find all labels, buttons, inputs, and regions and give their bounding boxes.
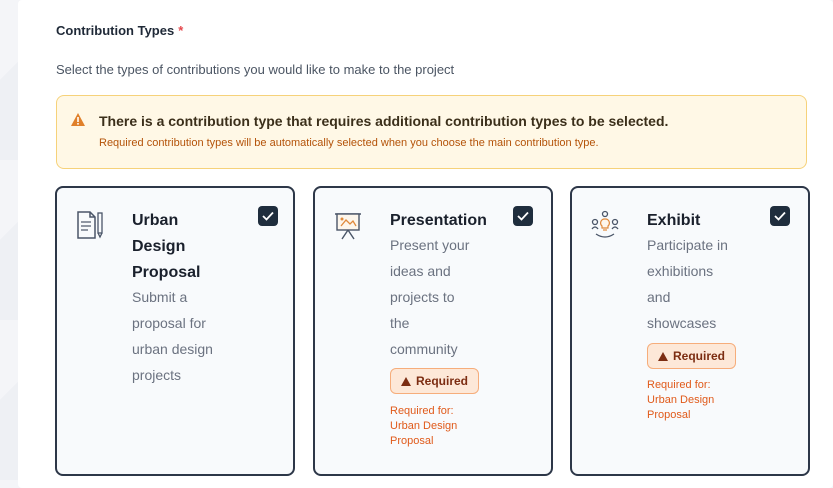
required-for-line: Urban Design — [390, 420, 458, 432]
card-desc-line: Submit a — [132, 289, 188, 305]
check-icon — [774, 211, 786, 221]
card-presentation[interactable]: Presentation Present your ideas and proj… — [313, 186, 553, 476]
alert-text: Required contribution types will be auto… — [99, 137, 599, 149]
card-title: Presentation — [390, 208, 487, 234]
card-title: Urban Design Proposal — [132, 208, 200, 286]
warning-icon — [401, 376, 411, 386]
required-for-line: Urban Design — [647, 394, 715, 406]
card-title: Exhibit — [647, 208, 700, 234]
card-desc-line: Participate in — [647, 237, 728, 253]
card-title-line: Presentation — [390, 212, 487, 229]
card-desc-line: and — [647, 289, 671, 305]
people-lightbulb-icon — [591, 210, 619, 238]
card-exhibit[interactable]: Exhibit Participate in exhibitions and s… — [570, 186, 810, 476]
warning-icon — [658, 351, 668, 361]
card-desc-line: community — [390, 341, 458, 357]
card-title-line: Design — [132, 238, 186, 255]
card-description: Participate in exhibitions and showcases — [647, 232, 728, 336]
card-desc-line: projects — [132, 367, 182, 383]
card-title-line: Proposal — [132, 264, 201, 281]
required-for-line: Proposal — [390, 435, 434, 447]
card-title-line: Exhibit — [647, 212, 701, 229]
card-urban-design-proposal[interactable]: Urban Design Proposal Submit a proposal … — [55, 186, 295, 476]
card-desc-line: proposal for — [132, 315, 206, 331]
required-for-note: Required for: Urban Design Proposal — [647, 378, 714, 423]
required-for-line: Required for: — [390, 405, 454, 417]
card-checkbox[interactable] — [770, 206, 790, 226]
card-desc-line: projects to — [390, 289, 455, 305]
section-title-text: Contribution Types — [56, 23, 175, 38]
card-desc-line: the — [390, 315, 410, 331]
required-for-line: Required for: — [647, 379, 711, 391]
card-description: Present your ideas and projects to the c… — [390, 232, 469, 362]
form-panel: Contribution Types * Select the types of … — [18, 0, 833, 488]
card-description: Submit a proposal for urban design proje… — [132, 284, 213, 388]
document-pen-icon — [77, 211, 103, 239]
required-for-line: Proposal — [647, 409, 691, 421]
required-for-note: Required for: Urban Design Proposal — [390, 404, 457, 449]
card-checkbox[interactable] — [258, 206, 278, 226]
required-badge-label: Required — [673, 349, 726, 363]
card-desc-line: ideas and — [390, 263, 451, 279]
check-icon — [517, 211, 529, 221]
card-checkbox[interactable] — [513, 206, 533, 226]
required-badge-label: Required — [416, 374, 469, 388]
section-title: Contribution Types * — [56, 23, 183, 38]
required-badge: Required — [390, 368, 480, 394]
warning-alert: There is a contribution type that requir… — [56, 95, 807, 169]
alert-title: There is a contribution type that requir… — [99, 113, 669, 129]
card-desc-line: urban design — [132, 341, 213, 357]
card-desc-line: showcases — [647, 315, 717, 331]
warning-icon — [71, 113, 85, 126]
presentation-board-icon — [335, 213, 361, 240]
required-asterisk: * — [178, 23, 184, 38]
card-desc-line: exhibitions — [647, 263, 714, 279]
section-description: Select the types of contributions you wo… — [56, 62, 455, 77]
check-icon — [262, 211, 274, 221]
card-title-line: Urban — [132, 212, 179, 229]
card-desc-line: Present your — [390, 237, 470, 253]
required-badge: Required — [647, 343, 737, 369]
